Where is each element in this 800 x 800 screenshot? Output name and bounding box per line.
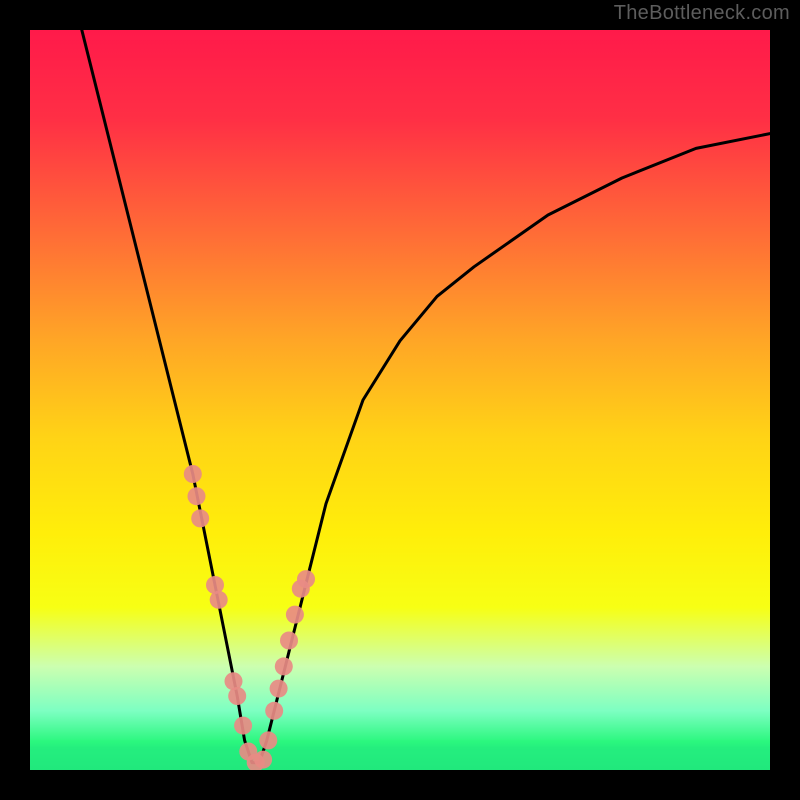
curve-marker <box>270 680 288 698</box>
chart-svg <box>30 30 770 770</box>
chart-frame: TheBottleneck.com <box>0 0 800 800</box>
curve-marker <box>297 570 315 588</box>
curve-marker <box>228 687 246 705</box>
curve-marker <box>280 632 298 650</box>
watermark-text: TheBottleneck.com <box>614 2 790 25</box>
curve-marker <box>259 731 277 749</box>
curve-marker <box>188 487 206 505</box>
curve-marker <box>210 591 228 609</box>
curve-marker <box>234 717 252 735</box>
curve-marker <box>191 509 209 527</box>
optimal-band <box>30 740 770 770</box>
background-gradient <box>30 30 770 770</box>
curve-marker <box>265 702 283 720</box>
curve-marker <box>286 606 304 624</box>
curve-marker <box>275 657 293 675</box>
curve-marker <box>184 465 202 483</box>
chart-plot-area <box>30 30 770 770</box>
curve-marker <box>254 751 272 769</box>
